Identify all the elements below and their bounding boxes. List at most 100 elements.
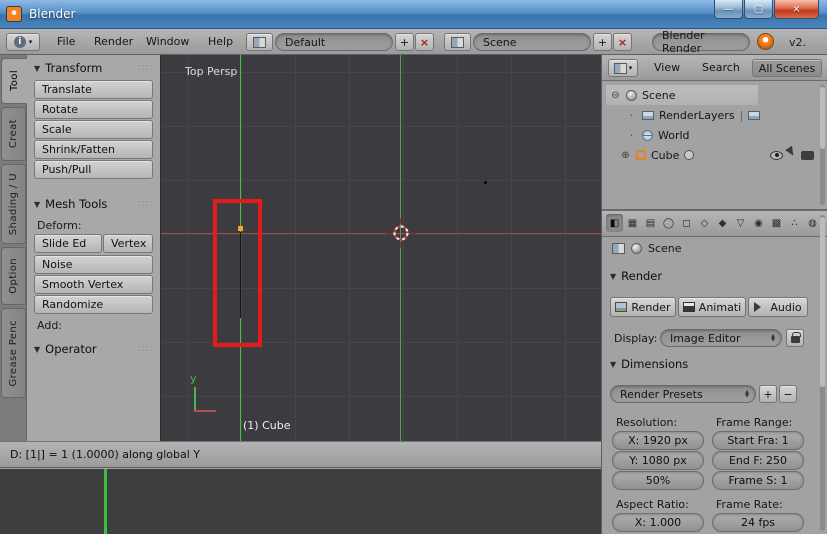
properties-tab-constraints-icon[interactable]: ◇ [696, 214, 713, 232]
editor-type-button[interactable]: i ▾ [6, 33, 40, 51]
shrink-fatten-button[interactable]: Shrink/Fatten [34, 140, 153, 159]
aspect-x-field[interactable]: X: 1.000 [612, 513, 704, 532]
panel-title: Mesh Tools [45, 197, 108, 211]
properties-tab-material-icon[interactable]: ◉ [750, 214, 767, 232]
properties-tab-scene-icon[interactable]: ▤ [642, 214, 659, 232]
outliner-row-cube[interactable]: ⊕ Cube [602, 145, 820, 165]
properties-tab-world-icon[interactable]: ◯ [660, 214, 677, 232]
properties-tab-render-icon[interactable]: ◧ [606, 214, 623, 232]
visibility-eye-icon[interactable] [770, 150, 783, 160]
close-button[interactable]: × [774, 0, 819, 19]
tab-shading-uv[interactable]: Shading / U [1, 164, 26, 244]
menu-window[interactable]: Window [146, 35, 189, 48]
frame-rate-field[interactable]: 24 fps [712, 513, 804, 532]
scale-button[interactable]: Scale [34, 120, 153, 139]
outliner-scrollbar[interactable] [820, 85, 825, 205]
renderability-camera-icon[interactable] [801, 150, 814, 160]
frame-step-field[interactable]: Frame S: 1 [712, 471, 804, 490]
noise-button[interactable]: Noise [34, 255, 153, 274]
plus-icon: + [399, 35, 410, 49]
dimensions-panel-header[interactable]: ▼ Dimensions [602, 357, 688, 371]
render-presets-dropdown[interactable]: Render Presets ▲ ▼ [610, 385, 756, 403]
translate-button[interactable]: Translate [34, 80, 153, 99]
resolution-y-field[interactable]: Y: 1080 px [612, 451, 704, 470]
collapse-icon[interactable]: ⊖ [610, 90, 621, 101]
scene-name-value: Scene [483, 35, 517, 49]
scene-browse-button[interactable] [444, 33, 471, 51]
vertex-slide-button[interactable]: Vertex [103, 234, 153, 253]
panel-grip-icon[interactable]: ∷∷ [138, 199, 153, 210]
transform-panel-header[interactable]: ▼ Transform ∷∷ [27, 55, 160, 79]
properties-tab-row: ◧ ▦ ▤ ◯ ◻ ◇ ◆ ▽ ◉ ▩ ∴ ◍ [606, 214, 821, 232]
timeline-playhead[interactable] [104, 469, 107, 534]
properties-tab-object-icon[interactable]: ◻ [678, 214, 695, 232]
randomize-button[interactable]: Randomize [34, 295, 153, 314]
operator-panel-header[interactable]: ▼ Operator ∷∷ [27, 336, 160, 360]
render-still-button[interactable]: Render [610, 297, 676, 317]
lock-interface-button[interactable] [786, 329, 804, 347]
slide-edge-button[interactable]: Slide Ed [34, 234, 102, 253]
properties-tab-modifiers-icon[interactable]: ◆ [714, 214, 731, 232]
properties-tab-particles-icon[interactable]: ∴ [786, 214, 803, 232]
layout-delete-button[interactable]: × [415, 33, 434, 51]
render-panel-header[interactable]: ▼ Render [602, 269, 662, 283]
render-engine-dropdown[interactable]: Blender Render [652, 29, 750, 55]
tab-tools[interactable]: Tool [1, 58, 27, 104]
menu-help[interactable]: Help [208, 35, 233, 48]
outliner-row-world[interactable]: · World [602, 125, 820, 145]
context-pin-icon[interactable] [612, 242, 625, 254]
preset-add-button[interactable]: + [759, 385, 777, 403]
properties-scrollbar[interactable] [820, 215, 825, 531]
resolution-x-field[interactable]: X: 1920 px [612, 431, 704, 450]
timeline[interactable] [0, 469, 601, 534]
smooth-vertex-button[interactable]: Smooth Vertex [34, 275, 153, 294]
outliner-menu-search[interactable]: Search [702, 61, 740, 74]
dropdown-arrows: ▲ ▼ [771, 333, 775, 343]
scrollbar-thumb[interactable] [820, 87, 825, 149]
render-layers-icon [642, 110, 654, 120]
push-pull-button[interactable]: Push/Pull [34, 160, 153, 179]
panel-grip-icon[interactable]: ∷∷ [138, 344, 153, 355]
layout-add-button[interactable]: + [395, 33, 414, 51]
scene-add-button[interactable]: + [593, 33, 612, 51]
menu-file[interactable]: File [57, 35, 75, 48]
resolution-percent-field[interactable]: 50% [612, 471, 704, 490]
scene-name-field[interactable]: Scene [473, 33, 591, 51]
outliner-menu-view[interactable]: View [654, 61, 680, 74]
scene-delete-button[interactable]: × [613, 33, 632, 51]
outliner-scope-dropdown[interactable]: All Scenes [752, 59, 822, 77]
properties-tab-render-layers-icon[interactable]: ▦ [624, 214, 641, 232]
selectability-pointer-icon[interactable] [785, 145, 799, 162]
outliner-editor-type-button[interactable]: ▾ [608, 59, 638, 77]
x-axis-gizmo-line [194, 410, 216, 412]
layout-name-field[interactable]: Default [275, 33, 393, 51]
dot-icon: · [629, 128, 634, 142]
rotate-button[interactable]: Rotate [34, 100, 153, 119]
layout-browse-button[interactable] [246, 33, 273, 51]
render-audio-button[interactable]: Audio [748, 297, 808, 317]
menu-render[interactable]: Render [94, 35, 133, 48]
3d-cursor[interactable] [386, 218, 416, 248]
preset-remove-button[interactable]: − [779, 385, 797, 403]
tab-options[interactable]: Option [1, 247, 26, 305]
render-animation-button[interactable]: Animati [678, 297, 746, 317]
properties-tab-physics-icon[interactable]: ◍ [804, 214, 821, 232]
expand-icon[interactable]: ⊕ [620, 150, 631, 161]
scrollbar-thumb[interactable] [820, 217, 825, 387]
outliner-row-scene[interactable]: ⊖ Scene [602, 85, 820, 105]
minimize-button[interactable]: — [714, 0, 743, 19]
render-layer-toggle-icon[interactable] [748, 110, 761, 120]
properties-tab-texture-icon[interactable]: ▩ [768, 214, 785, 232]
window-titlebar[interactable]: Blender — ▢ × [0, 0, 827, 29]
viewport-3d[interactable]: Top Persp y (1) Cube [160, 55, 601, 441]
panel-grip-icon[interactable]: ∷∷ [138, 63, 153, 74]
mesh-tools-panel-header[interactable]: ▼ Mesh Tools ∷∷ [27, 191, 160, 215]
tab-create[interactable]: Creat [1, 107, 26, 161]
maximize-button[interactable]: ▢ [744, 0, 773, 19]
render-display-dropdown[interactable]: Image Editor ▲ ▼ [660, 329, 782, 347]
outliner-row-renderlayers[interactable]: · RenderLayers | [602, 105, 820, 125]
tab-grease-pencil[interactable]: Grease Penc [1, 308, 26, 398]
frame-end-field[interactable]: End F: 250 [712, 451, 804, 470]
frame-start-field[interactable]: Start Fra: 1 [712, 431, 804, 450]
properties-tab-object-data-icon[interactable]: ▽ [732, 214, 749, 232]
